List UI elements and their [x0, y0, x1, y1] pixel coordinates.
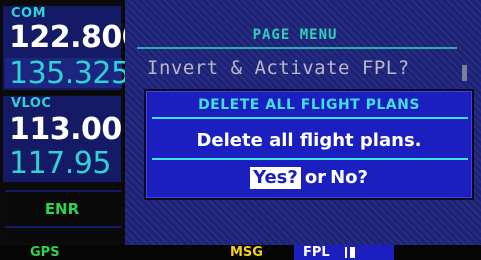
- page-menu-scrollbar[interactable]: [462, 65, 467, 81]
- page-indicator-icon: [350, 247, 355, 258]
- page-indicator-icon: [345, 247, 347, 258]
- vloc-active-frequency: 113.00: [9, 112, 122, 147]
- radio-panel: COM 122.800 135.325 VLOC 113.00 117.95 E…: [0, 0, 143, 245]
- page-menu: PAGE MENU Invert & Activate FPL?: [125, 18, 481, 79]
- com-label: COM: [11, 6, 47, 21]
- cdi-divider: [5, 226, 121, 228]
- delete-flight-plans-dialog: DELETE ALL FLIGHT PLANS Delete all fligh…: [144, 89, 474, 200]
- dialog-message: Delete all flight plans.: [196, 130, 422, 151]
- gps-display: COM 122.800 135.325 VLOC 113.00 117.95 E…: [0, 0, 481, 260]
- dialog-title: DELETE ALL FLIGHT PLANS: [198, 97, 420, 113]
- or-label: or: [304, 167, 327, 188]
- cdi-divider: [5, 190, 121, 192]
- cdi-mode-label: ENR: [44, 200, 80, 218]
- page-menu-title: PAGE MENU: [252, 27, 338, 43]
- yes-button[interactable]: Yes?: [250, 167, 301, 189]
- com-standby-frequency[interactable]: 135.325: [9, 59, 130, 89]
- no-button[interactable]: No?: [330, 167, 368, 188]
- dialog-divider: [152, 117, 468, 119]
- com-active-frequency: 122.800: [9, 20, 143, 55]
- page-menu-item-invert-activate[interactable]: Invert & Activate FPL?: [147, 57, 410, 79]
- dialog-choices: Yes? or No?: [146, 167, 472, 189]
- vloc-radio-box: VLOC 113.00 117.95: [1, 94, 123, 184]
- msg-annunciator: MSG: [230, 245, 263, 260]
- gps-annunciator: GPS: [30, 245, 60, 260]
- com-radio-box: COM 122.800 135.325: [1, 4, 143, 92]
- dialog-divider: [152, 158, 468, 160]
- background-menu-item: [145, 209, 475, 223]
- vloc-standby-frequency[interactable]: 117.95: [9, 149, 111, 179]
- status-bar: GPS MSG FPL: [0, 245, 481, 260]
- vloc-label: VLOC: [11, 96, 52, 111]
- cdi-box: ENR: [1, 186, 123, 245]
- background-header-text: [145, 0, 475, 12]
- page-menu-divider: [137, 47, 457, 49]
- page-group-label: FPL: [303, 245, 330, 260]
